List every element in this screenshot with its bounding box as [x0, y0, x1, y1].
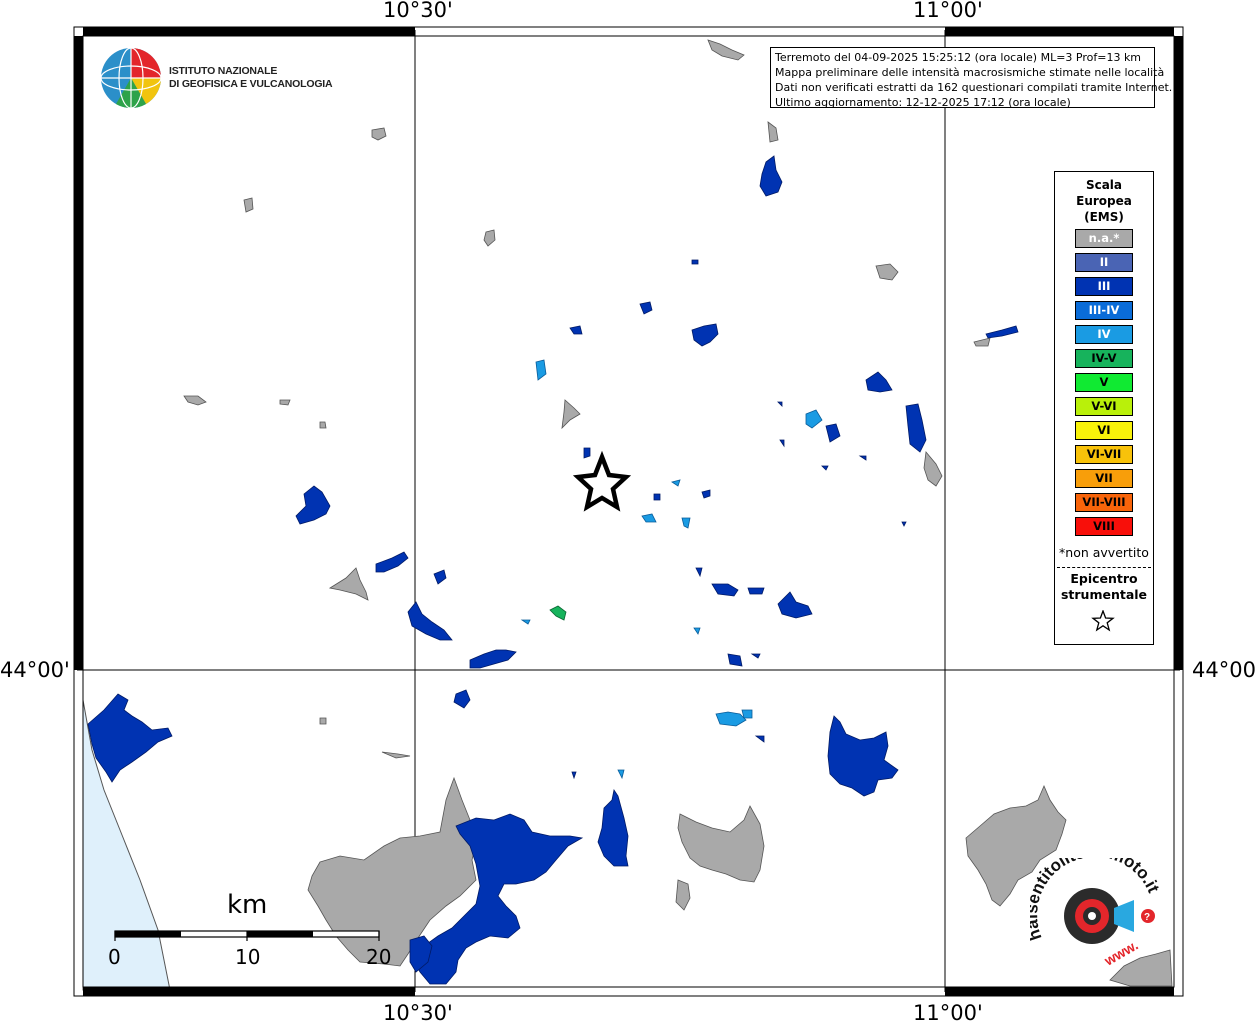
- coord-bottom-1030: 10°30': [383, 1001, 453, 1025]
- legend-epicenter-line: strumentale: [1060, 587, 1148, 602]
- ems-legend: Scala Europea (EMS) n.a.* II III III-IV IV IV…: [1054, 171, 1154, 645]
- coord-right-4400: 44°00': [1192, 658, 1256, 682]
- scale-label-0: 0: [108, 945, 121, 969]
- intensity-iii-areas: [87, 155, 1019, 985]
- legend-title-line: Scala: [1085, 178, 1123, 192]
- earthquake-info-box: Terremoto del 04-09-2025 15:25:12 (ora l…: [770, 47, 1173, 109]
- legend-epicenter-line: Epicentro: [1070, 571, 1138, 586]
- legend-title-line: Europea: [1076, 194, 1132, 208]
- coord-left-4400: 44°00': [0, 658, 70, 682]
- legend-title: Scala Europea (EMS): [1055, 177, 1153, 225]
- legend-swatch: VIII: [1075, 517, 1133, 536]
- info-line: Dati non verificati estratti da 162 ques…: [775, 81, 1173, 94]
- info-line: Mappa preliminare delle intensità macros…: [775, 66, 1165, 79]
- scale-bar-title: km: [227, 890, 268, 920]
- ingv-logo-icon: [100, 47, 162, 109]
- legend-title-line: (EMS): [1084, 210, 1124, 224]
- ingv-logo-line2: DI GEOFISICA E VULCANOLOGIA: [169, 78, 333, 90]
- legend-swatch: V: [1075, 373, 1133, 392]
- legend-swatch: VII: [1075, 469, 1133, 488]
- ingv-logo-line1: ISTITUTO NAZIONALE: [169, 65, 278, 77]
- svg-text:?: ?: [1144, 912, 1150, 923]
- coord-bottom-1100: 11°00': [913, 1001, 983, 1025]
- legend-swatch: n.a.*: [1075, 229, 1133, 248]
- hsi-www-text: www.: [1101, 937, 1141, 969]
- legend-swatch: V-VI: [1075, 397, 1133, 416]
- legend-swatch: IV: [1075, 325, 1133, 344]
- haisentito-logo: haisentitoilterremoto.it ? www.: [1030, 858, 1163, 969]
- epicenter-star-icon: [572, 450, 632, 512]
- legend-epicenter-label: Epicentro strumentale: [1055, 571, 1153, 603]
- info-line: Ultimo aggiornamento: 12-12-2025 17:12 (…: [775, 96, 1071, 109]
- coord-top-1100: 11°00': [913, 0, 983, 22]
- coord-top-1030: 10°30': [383, 0, 453, 22]
- legend-swatch: VI: [1075, 421, 1133, 440]
- intensity-iv-v-area: [549, 605, 567, 621]
- legend-star-icon: [1091, 610, 1115, 632]
- legend-divider: [1057, 567, 1151, 568]
- legend-swatch: VI-VII: [1075, 445, 1133, 464]
- ingv-logo-text: ISTITUTO NAZIONALE DI GEOFISICA E VULCAN…: [169, 65, 333, 91]
- legend-swatch: III: [1075, 277, 1133, 296]
- legend-swatch: III-IV: [1075, 301, 1133, 320]
- gray-areas: [183, 39, 1173, 987]
- legend-swatch: II: [1075, 253, 1133, 272]
- scale-label-20: 20: [366, 945, 392, 969]
- scale-label-10: 10: [235, 945, 261, 969]
- legend-note: *non avvertito: [1059, 545, 1149, 560]
- legend-swatch: VII-VIII: [1075, 493, 1133, 512]
- legend-swatch: IV-V: [1075, 349, 1133, 368]
- info-line: Terremoto del 04-09-2025 15:25:12 (ora l…: [775, 51, 1142, 64]
